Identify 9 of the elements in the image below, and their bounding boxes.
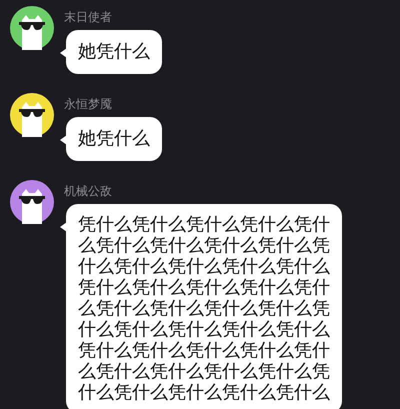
cat-avatar-icon[interactable] [10, 180, 54, 224]
sender-name: 末日使者 [64, 10, 112, 24]
bubble-tail [60, 222, 67, 232]
bubble-tail [60, 135, 67, 145]
cat-avatar-icon[interactable] [10, 6, 54, 50]
cat-avatar-icon[interactable] [10, 93, 54, 137]
sender-name: 机械公敌 [64, 184, 112, 198]
sender-name: 永恒梦魇 [64, 97, 112, 111]
bubble-tail [60, 48, 67, 58]
